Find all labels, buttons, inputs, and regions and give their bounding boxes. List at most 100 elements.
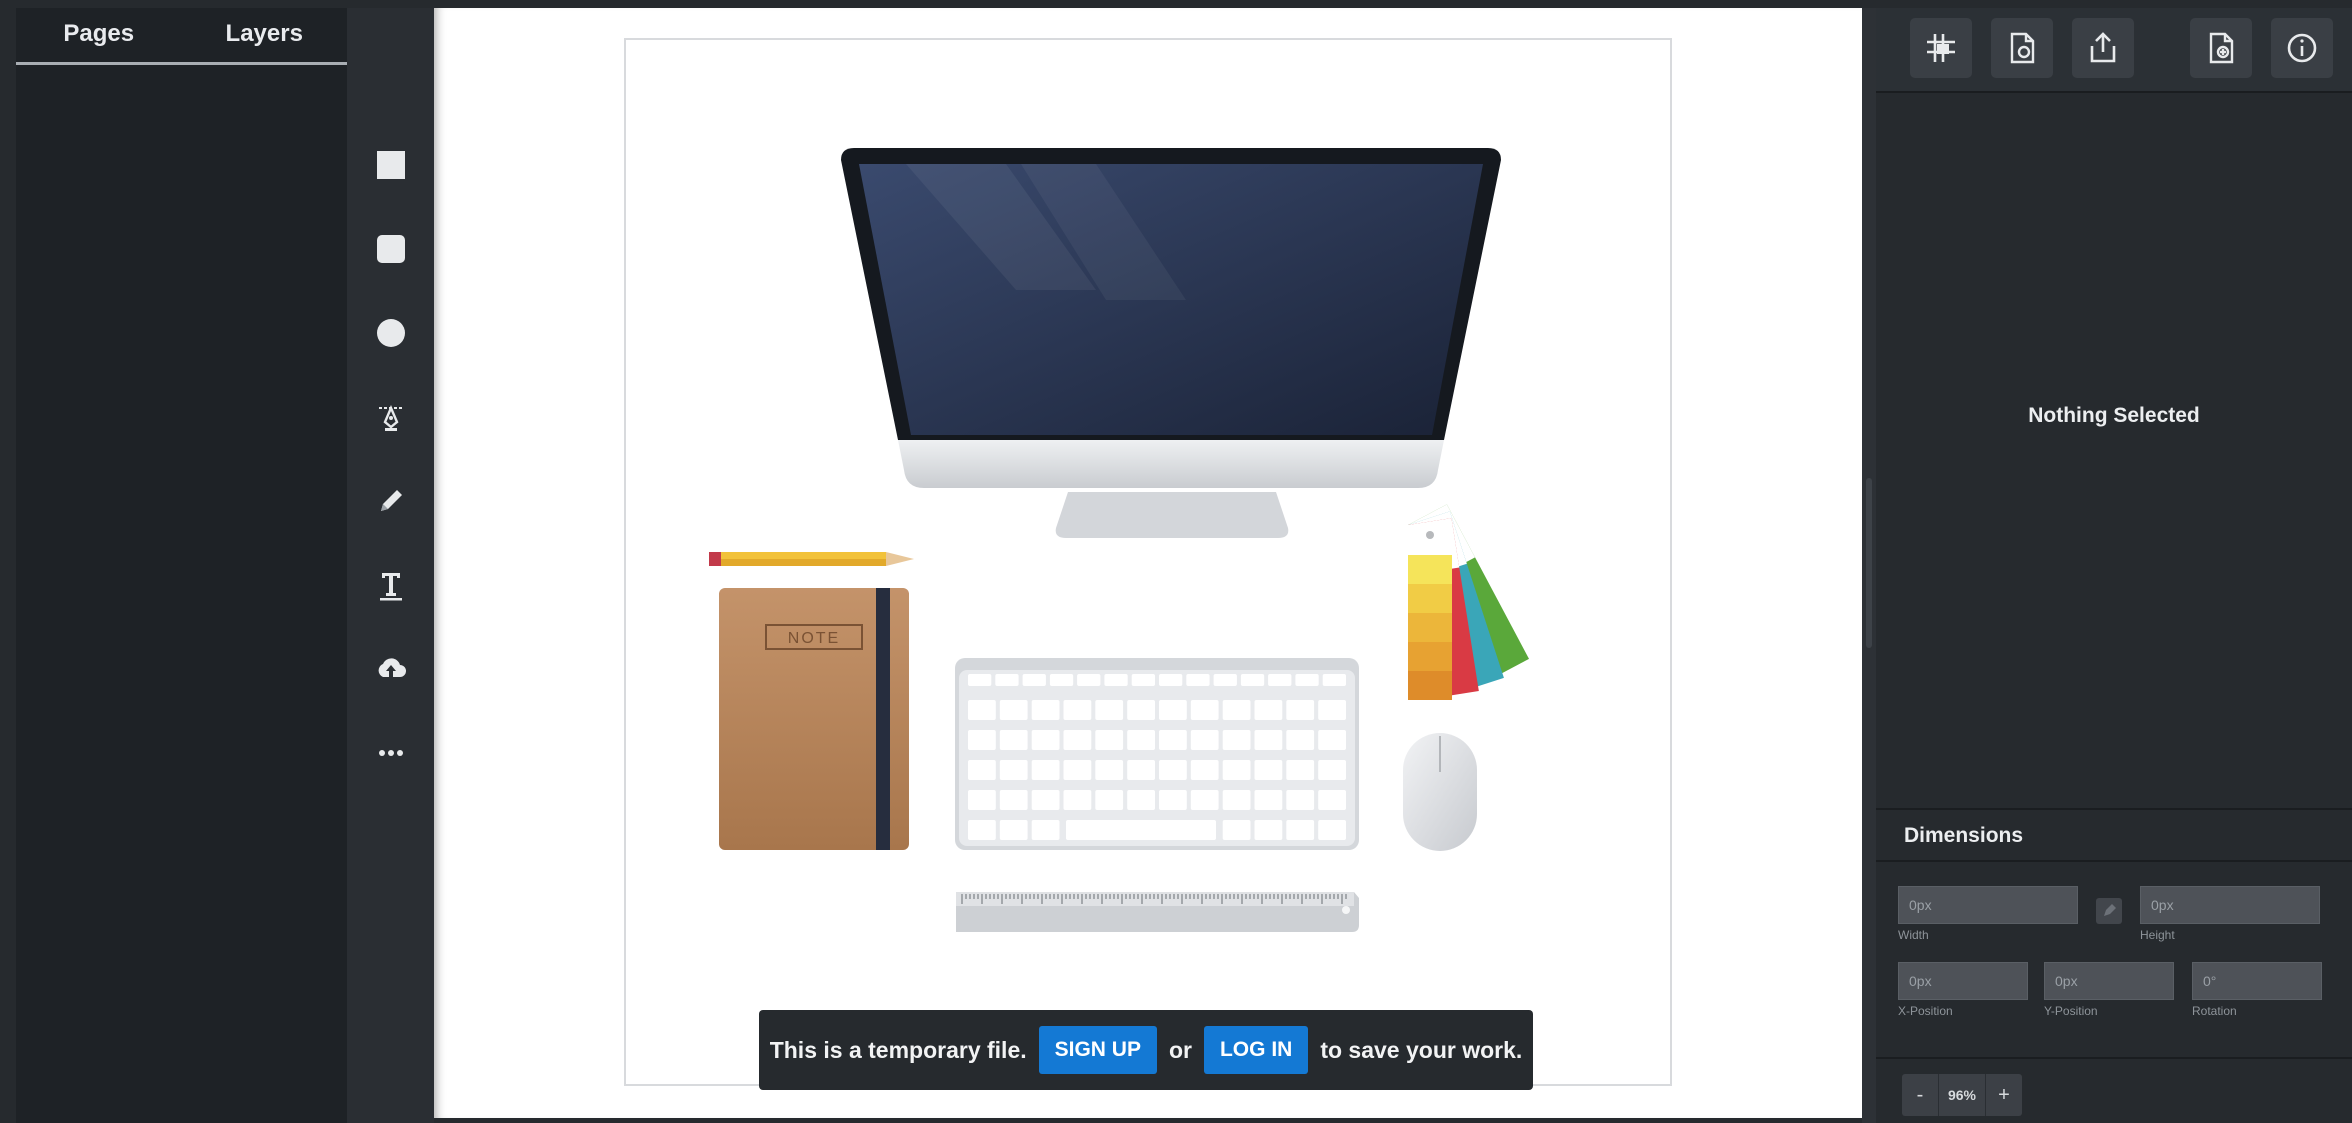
aspect-lock-button[interactable] (2096, 898, 2122, 924)
keyboard-key (1127, 730, 1155, 750)
more-tools-button[interactable] (363, 725, 419, 781)
keyboard-key (1222, 700, 1251, 720)
upload-tool-icon (378, 658, 406, 677)
upload-tool-button[interactable] (363, 641, 419, 697)
panel-resize-divider[interactable] (1862, 8, 1876, 1123)
y-position-field[interactable]: 0px (2044, 962, 2174, 1000)
keyboard-key (1268, 674, 1292, 686)
zoom-out-button[interactable]: - (1902, 1084, 1938, 1107)
canvas-area[interactable]: NOTE This is a temporary file. SIGN UP o… (434, 8, 1862, 1118)
keyboard-key (1318, 820, 1346, 840)
keyboard-spacebar (1066, 820, 1216, 840)
keyboard-key (968, 790, 996, 810)
keyboard-key (1286, 790, 1315, 810)
keyboard-key (1031, 790, 1060, 810)
circle-tool-icon (377, 319, 405, 347)
zoom-in-button[interactable]: + (1986, 1084, 2022, 1107)
grid-icon (1927, 34, 1955, 62)
dimensions-header[interactable]: Dimensions (1876, 808, 2352, 862)
pencil-tool-icon (381, 490, 402, 511)
text-tool-icon (380, 573, 402, 601)
keyboard-key (1318, 730, 1346, 750)
keyboard-key (1049, 674, 1074, 686)
pen-tool-button[interactable] (363, 389, 419, 445)
keyboard-key (1031, 700, 1060, 720)
height-label: Height (2140, 928, 2175, 942)
keyboard-key (1063, 760, 1092, 780)
monitor-illustration (841, 148, 1501, 538)
keyboard-key (1254, 760, 1283, 780)
keyboard-key (1159, 700, 1187, 720)
keyboard-key (999, 730, 1028, 750)
info-button[interactable] (2271, 18, 2333, 78)
keyboard-key (1095, 730, 1124, 750)
export-icon (2090, 32, 2116, 63)
tab-pages[interactable]: Pages (16, 8, 182, 62)
square-tool-button[interactable] (363, 137, 419, 193)
pen-tool-icon (379, 404, 403, 431)
keyboard-key (1190, 760, 1219, 780)
mouse-illustration (1403, 733, 1477, 851)
keyboard-key (1213, 674, 1237, 686)
zoom-control: - 96% + (1902, 1074, 2022, 1116)
keyboard-key (999, 760, 1028, 780)
keyboard-key (1031, 760, 1060, 780)
keyboard-key (1295, 674, 1319, 686)
circle-tool-button[interactable] (363, 305, 419, 361)
text-tool-button[interactable] (363, 557, 419, 613)
zoom-level[interactable]: 96% (1938, 1074, 1986, 1116)
keyboard-key (1222, 730, 1251, 750)
grid-button[interactable] (1910, 18, 1972, 78)
banner-text-before: This is a temporary file. (769, 1036, 1027, 1063)
rounded-square-tool-button[interactable] (363, 221, 419, 277)
x-position-label: X-Position (1898, 1004, 1953, 1018)
keyboard-key (1131, 674, 1155, 686)
color-swatch-illustration (1408, 504, 1530, 700)
artboard[interactable]: NOTE (624, 38, 1672, 1086)
keyboard-key (1159, 674, 1183, 686)
keyboard-key (1254, 700, 1283, 720)
keyboard-key (1318, 790, 1346, 810)
keyboard-key (1254, 790, 1283, 810)
height-field[interactable]: 0px (2140, 886, 2320, 924)
nothing-selected-text: Nothing Selected (2028, 403, 2200, 427)
keyboard-key (1240, 674, 1265, 686)
add-page-button[interactable] (2190, 18, 2252, 78)
export-button[interactable] (2072, 18, 2134, 78)
keyboard-key (1286, 760, 1315, 780)
tab-layers[interactable]: Layers (182, 8, 348, 62)
desk-illustration[interactable]: NOTE (626, 40, 1670, 1084)
panel-tabs: Pages Layers (16, 8, 347, 65)
page-settings-button[interactable] (1991, 18, 2053, 78)
keyboard-key (968, 674, 992, 686)
rotation-field[interactable]: 0° (2192, 962, 2322, 1000)
keyboard-key (1286, 700, 1315, 720)
keyboard-key (1222, 820, 1251, 840)
keyboard-key (1159, 730, 1187, 750)
keyboard-key (1318, 760, 1346, 780)
pencil-tool-button[interactable] (363, 473, 419, 529)
keyboard-key (999, 700, 1028, 720)
resize-grip[interactable] (1866, 478, 1872, 648)
keyboard-key (1063, 790, 1092, 810)
keyboard-key (1190, 730, 1219, 750)
log-in-button[interactable]: LOG IN (1203, 1026, 1309, 1074)
dimensions-section: 0px Width 0px Height 0px X-Position 0px … (1876, 862, 2352, 1057)
keyboard-key (968, 820, 996, 840)
temporary-file-banner: This is a temporary file. SIGN UP or LOG… (759, 1010, 1533, 1090)
keyboard-illustration (955, 658, 1359, 850)
keyboard-key (1190, 790, 1219, 810)
x-position-field[interactable]: 0px (1898, 962, 2028, 1000)
width-field[interactable]: 0px (1898, 886, 2078, 924)
keyboard-key (1186, 674, 1210, 686)
page-settings-icon (2010, 32, 2035, 64)
keyboard-key (999, 820, 1028, 840)
selection-properties: Nothing Selected (1876, 93, 2352, 808)
keyboard-key (1127, 790, 1155, 810)
notebook-illustration: NOTE (719, 588, 909, 850)
properties-panel: Nothing Selected Dimensions 0px Width 0p… (1862, 8, 2352, 1123)
pencil-illustration (709, 552, 914, 566)
keyboard-key (1077, 674, 1101, 686)
banner-or-text: or (1168, 1036, 1192, 1063)
sign-up-button[interactable]: SIGN UP (1038, 1026, 1157, 1074)
